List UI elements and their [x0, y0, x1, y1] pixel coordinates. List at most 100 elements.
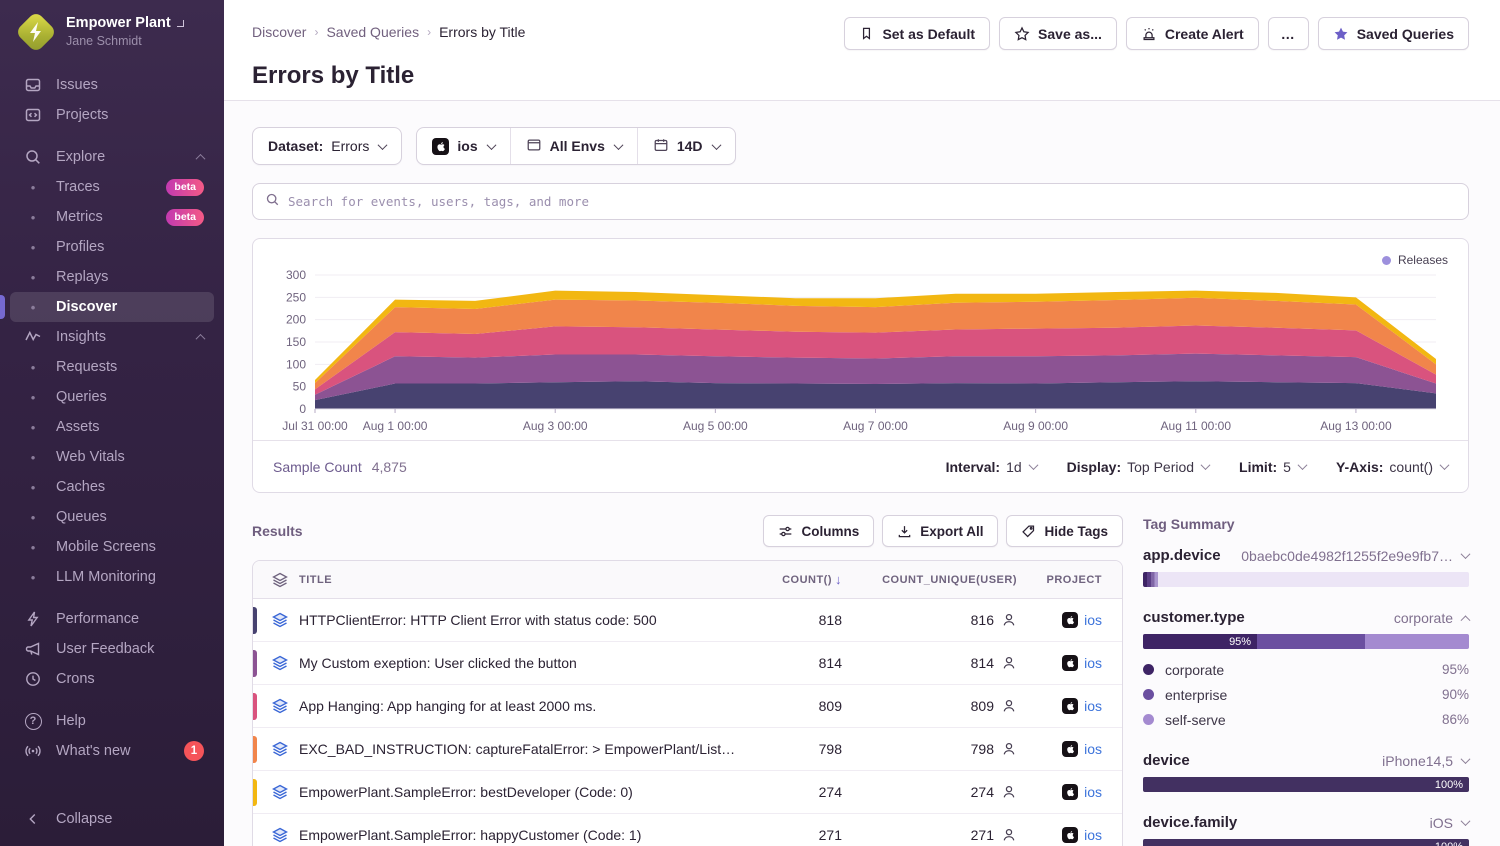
legend-row[interactable]: corporate 95% [1143, 657, 1469, 682]
sidebar-item-crons[interactable]: Crons [10, 664, 214, 694]
sidebar-item-performance[interactable]: Performance [10, 604, 214, 634]
sidebar-item-label: Queues [56, 509, 107, 525]
tag-name: app.device [1143, 547, 1221, 564]
breadcrumb-discover[interactable]: Discover [252, 24, 306, 40]
project-link[interactable]: ios [1084, 784, 1102, 800]
sidebar-item-caches[interactable]: •Caches [10, 472, 214, 502]
project-cell[interactable]: ios [1017, 827, 1122, 843]
bar-segment[interactable]: 95% [1143, 634, 1257, 649]
project-link[interactable]: ios [1084, 741, 1102, 757]
sidebar-item-label: Queries [56, 389, 107, 405]
error-title[interactable]: EmpowerPlant.SampleError: bestDeveloper … [299, 784, 752, 800]
sidebar-collapse-button[interactable]: Collapse [10, 804, 214, 834]
export-all-button[interactable]: Export All [882, 515, 998, 547]
tag-value-toggle[interactable]: iPhone14,5 [1382, 753, 1469, 769]
environment-filter[interactable]: All Envs [510, 128, 637, 164]
project-filter[interactable]: ios [417, 128, 509, 164]
tag-value-toggle[interactable]: 0baebc0de4982f1255f2e9e9fb7… [1241, 548, 1469, 564]
interval-select[interactable]: Interval: 1d [946, 459, 1037, 475]
create-alert-button[interactable]: Create Alert [1126, 17, 1259, 50]
tag-value-toggle[interactable]: corporate [1394, 610, 1469, 626]
sidebar-section-explore[interactable]: Explore [10, 142, 214, 172]
sidebar-item-replays[interactable]: • Replays [10, 262, 214, 292]
stacked-area-chart[interactable]: 050100150200250300Jul 31 00:00Aug 1 00:0… [253, 239, 1468, 440]
project-cell[interactable]: ios [1017, 698, 1122, 714]
sidebar-item-llm-monitoring[interactable]: •LLM Monitoring [10, 562, 214, 592]
legend-row[interactable]: self-serve 86% [1143, 707, 1469, 732]
pulse-icon [24, 328, 42, 346]
stack-icon[interactable] [253, 784, 299, 800]
error-title[interactable]: My Custom exeption: User clicked the but… [299, 655, 752, 671]
project-cell[interactable]: ios [1017, 612, 1122, 628]
error-title[interactable]: HTTPClientError: HTTP Client Error with … [299, 612, 752, 628]
error-title[interactable]: EmpowerPlant.SampleError: happyCustomer … [299, 827, 752, 843]
sidebar-item-profiles[interactable]: • Profiles [10, 232, 214, 262]
stack-icon[interactable] [253, 827, 299, 843]
tag-distribution-bar[interactable]: 100% [1143, 777, 1469, 792]
sidebar-item-discover[interactable]: • Discover [10, 292, 214, 322]
saved-queries-button[interactable]: Saved Queries [1318, 17, 1469, 50]
sidebar-item-web-vitals[interactable]: •Web Vitals [10, 442, 214, 472]
sidebar-item-requests[interactable]: •Requests [10, 352, 214, 382]
sidebar-item-queues[interactable]: •Queues [10, 502, 214, 532]
table-row[interactable]: App Hanging: App hanging for at least 20… [253, 685, 1122, 728]
project-cell[interactable]: ios [1017, 655, 1122, 671]
stack-icon[interactable] [253, 741, 299, 757]
sidebar-item-user-feedback[interactable]: User Feedback [10, 634, 214, 664]
project-link[interactable]: ios [1084, 698, 1102, 714]
table-row[interactable]: My Custom exeption: User clicked the but… [253, 642, 1122, 685]
display-select[interactable]: Display: Top Period [1067, 459, 1209, 475]
column-header-count[interactable]: COUNT() ↓ [752, 572, 842, 587]
table-row[interactable]: HTTPClientError: HTTP Client Error with … [253, 599, 1122, 642]
sidebar-item-traces[interactable]: • Traces beta [10, 172, 214, 202]
sidebar-section-insights[interactable]: Insights [10, 322, 214, 352]
sidebar-item-whats-new[interactable]: What's new 1 [10, 736, 214, 766]
table-row[interactable]: EmpowerPlant.SampleError: happyCustomer … [253, 814, 1122, 846]
column-header-title[interactable]: TITLE [299, 574, 752, 586]
sidebar-item-projects[interactable]: Projects [10, 100, 214, 130]
stack-icon[interactable] [253, 698, 299, 714]
project-link[interactable]: ios [1084, 612, 1102, 628]
column-header-count-unique[interactable]: COUNT_UNIQUE(USER) [842, 574, 1017, 586]
legend-row[interactable]: enterprise 90% [1143, 682, 1469, 707]
table-row[interactable]: EmpowerPlant.SampleError: bestDeveloper … [253, 771, 1122, 814]
org-switcher[interactable]: Empower Plant Jane Schmidt [0, 14, 224, 64]
search-input[interactable] [288, 194, 1456, 209]
date-range-filter[interactable]: 14D [637, 128, 735, 164]
sidebar-item-metrics[interactable]: • Metrics beta [10, 202, 214, 232]
tag-section-customer-type: customer.type corporate 95% corpor [1143, 609, 1469, 732]
tag-distribution-bar[interactable]: 100% [1143, 839, 1469, 846]
sidebar-item-assets[interactable]: •Assets [10, 412, 214, 442]
tag-value-toggle[interactable]: iOS [1430, 815, 1469, 831]
column-header-project[interactable]: PROJECT [1017, 574, 1122, 586]
stack-icon[interactable] [253, 612, 299, 628]
dataset-filter[interactable]: Dataset: Errors [252, 127, 402, 165]
error-title[interactable]: EXC_BAD_INSTRUCTION: captureFatalError: … [299, 741, 752, 757]
more-options-button[interactable]: … [1268, 17, 1309, 50]
table-row[interactable]: EXC_BAD_INSTRUCTION: captureFatalError: … [253, 728, 1122, 771]
breadcrumb-separator: › [314, 25, 318, 39]
stack-icon[interactable] [253, 655, 299, 671]
set-as-default-button[interactable]: Set as Default [844, 17, 990, 50]
save-as-button[interactable]: Save as... [999, 17, 1117, 50]
sidebar-item-issues[interactable]: Issues [10, 70, 214, 100]
breadcrumb-saved-queries[interactable]: Saved Queries [326, 24, 419, 40]
limit-select[interactable]: Limit: 5 [1239, 459, 1306, 475]
error-title[interactable]: App Hanging: App hanging for at least 20… [299, 698, 752, 714]
bar-segment[interactable] [1257, 634, 1365, 649]
sidebar-item-mobile-screens[interactable]: •Mobile Screens [10, 532, 214, 562]
yaxis-select[interactable]: Y-Axis: count() [1336, 459, 1448, 475]
project-link[interactable]: ios [1084, 827, 1102, 843]
project-cell[interactable]: ios [1017, 741, 1122, 757]
project-link[interactable]: ios [1084, 655, 1102, 671]
project-cell[interactable]: ios [1017, 784, 1122, 800]
tag-distribution-bar[interactable] [1143, 572, 1469, 587]
chart-legend[interactable]: Releases [1382, 253, 1448, 267]
bar-segment[interactable] [1365, 634, 1469, 649]
sidebar-item-queries[interactable]: •Queries [10, 382, 214, 412]
tag-distribution-bar[interactable]: 95% [1143, 634, 1469, 649]
environment-filter-value: All Envs [550, 138, 605, 154]
columns-button[interactable]: Columns [763, 515, 874, 547]
hide-tags-button[interactable]: Hide Tags [1006, 515, 1123, 547]
sidebar-item-help[interactable]: ? Help [10, 706, 214, 736]
